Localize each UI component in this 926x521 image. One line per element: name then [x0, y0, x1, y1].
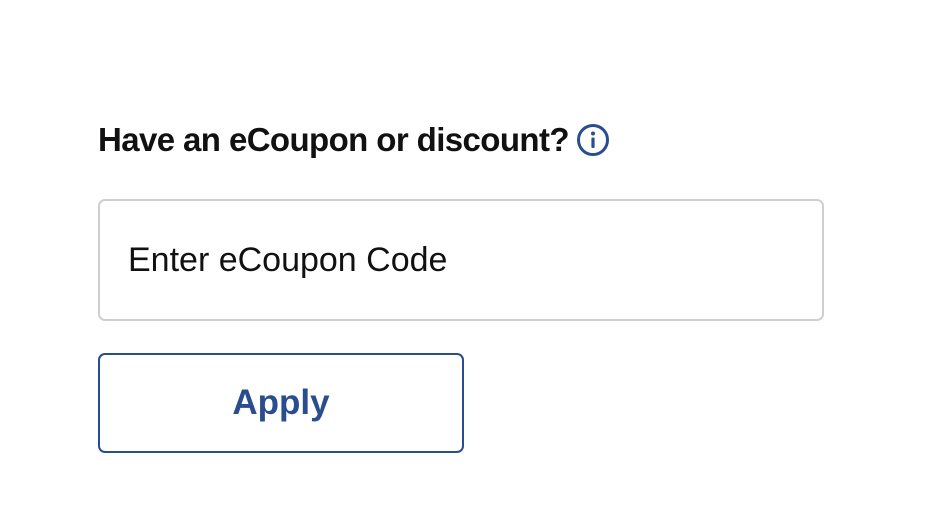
info-icon-graphic: [576, 124, 609, 156]
coupon-section: Have an eCoupon or discount? Apply: [98, 118, 824, 453]
coupon-heading: Have an eCoupon or discount?: [98, 121, 570, 158]
coupon-heading-row: Have an eCoupon or discount?: [98, 118, 824, 162]
ecoupon-code-input[interactable]: [98, 199, 824, 321]
apply-button[interactable]: Apply: [98, 353, 464, 453]
info-icon[interactable]: [576, 123, 610, 157]
